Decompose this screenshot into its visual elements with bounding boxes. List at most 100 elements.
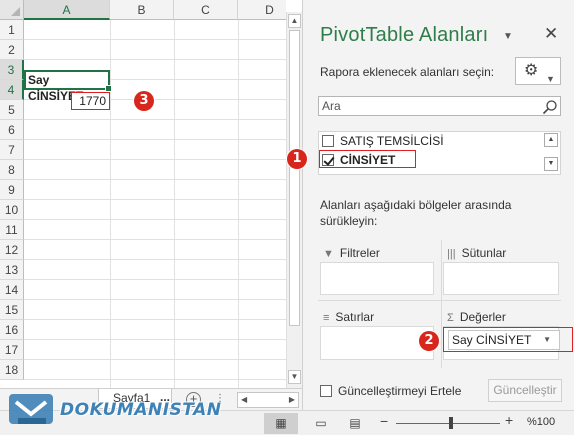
row-header-8[interactable]: 8 xyxy=(0,160,24,180)
row-header-15[interactable]: 15 xyxy=(0,300,24,320)
grid-row-line xyxy=(24,119,286,120)
field-search-input[interactable]: Ara xyxy=(318,96,561,116)
gear-icon: ⚙ xyxy=(524,62,539,79)
normal-view-icon[interactable]: ▦ xyxy=(264,413,298,434)
pivot-header-cell[interactable]: Say CİNSİYET xyxy=(24,70,112,103)
columns-area-header: ||| Sütunlar xyxy=(447,246,507,260)
column-header-c[interactable]: C xyxy=(174,0,238,20)
values-highlight-box xyxy=(443,327,573,352)
zoom-out-icon[interactable]: − xyxy=(380,413,388,429)
zoom-slider-thumb[interactable] xyxy=(449,417,453,429)
scroll-up-arrow-icon[interactable]: ▲ xyxy=(544,133,558,147)
row-header-9[interactable]: 9 xyxy=(0,180,24,200)
filters-area-header: ▼ Filtreler xyxy=(323,246,380,260)
defer-update-option[interactable]: Güncelleştirmeyi Ertele xyxy=(320,384,461,398)
column-header-d[interactable]: D xyxy=(238,0,286,20)
grid-divider xyxy=(174,20,175,388)
grid-row-line xyxy=(24,219,286,220)
grid-row-line xyxy=(24,159,286,160)
step-badge-3: 3 xyxy=(134,91,154,111)
scroll-down-arrow-icon[interactable]: ▼ xyxy=(288,370,301,384)
field-item-satis-temsilcisi[interactable]: SATIŞ TEMSİLCİSİ xyxy=(322,132,444,150)
field-item-cinsiyet[interactable]: CİNSİYET xyxy=(319,150,417,168)
pane-title: PivotTable Alanları xyxy=(320,24,489,46)
field-label: CİNSİYET xyxy=(340,153,396,167)
row-header-5[interactable]: 5 xyxy=(0,100,24,120)
tools-button[interactable]: ⚙ ▼ xyxy=(515,57,561,85)
column-header-b[interactable]: B xyxy=(110,0,174,20)
scroll-left-arrow-icon[interactable]: ◀ xyxy=(241,393,247,407)
row-header-1[interactable]: 1 xyxy=(0,20,24,40)
field-checkbox[interactable] xyxy=(322,135,334,147)
grid-row-line xyxy=(24,199,286,200)
values-area-header: Σ Değerler xyxy=(447,310,506,324)
pivottable-fields-pane: PivotTable Alanları ▼ ✕ Rapora eklenecek… xyxy=(287,0,574,410)
step-badge-1: 1 xyxy=(287,149,307,169)
page-layout-view-icon[interactable]: ▭ xyxy=(304,413,338,434)
watermark-text: DOKUMANISTAN xyxy=(60,400,222,420)
zoom-level[interactable]: %100 xyxy=(527,416,555,428)
scroll-down-arrow-icon[interactable]: ▼ xyxy=(544,157,558,171)
grid-row-line xyxy=(24,279,286,280)
update-button[interactable]: Güncelleştir xyxy=(488,379,562,402)
vertical-scrollbar[interactable]: ▲ ▼ xyxy=(286,12,302,388)
row-header-10[interactable]: 10 xyxy=(0,200,24,220)
row-header-11[interactable]: 11 xyxy=(0,220,24,240)
row-header-4[interactable]: 4 xyxy=(0,80,24,100)
pane-subtitle: Rapora eklenecek alanları seçin: xyxy=(320,65,495,79)
page-break-view-icon[interactable]: ▤ xyxy=(338,413,372,434)
rows-icon: ≡ xyxy=(323,312,330,324)
row-header-12[interactable]: 12 xyxy=(0,240,24,260)
field-label: SATIŞ TEMSİLCİSİ xyxy=(340,134,444,148)
scroll-right-arrow-icon[interactable]: ▶ xyxy=(289,393,295,407)
grid-row-line xyxy=(24,239,286,240)
pivot-value-cell[interactable]: 1770 xyxy=(71,92,110,110)
rows-area-header: ≡ Satırlar xyxy=(323,310,375,324)
step-badge-2: 2 xyxy=(419,331,439,351)
worksheet-grid[interactable]: A B C D 1 2 3 4 5 6 7 8 9 10 11 12 13 14 15 16 17 18 Say … xyxy=(0,0,286,388)
row-header-14[interactable]: 14 xyxy=(0,280,24,300)
select-all-corner[interactable] xyxy=(0,0,24,20)
row-header-3[interactable]: 3 xyxy=(0,60,24,80)
row-header-7[interactable]: 7 xyxy=(0,140,24,160)
area-divider xyxy=(441,240,442,368)
defer-update-checkbox[interactable] xyxy=(320,385,332,397)
columns-drop-zone[interactable] xyxy=(443,262,559,295)
search-icon xyxy=(542,100,557,115)
row-header-2[interactable]: 2 xyxy=(0,40,24,60)
filter-icon: ▼ xyxy=(323,248,334,260)
row-header-13[interactable]: 13 xyxy=(0,260,24,280)
chevron-down-icon: ▼ xyxy=(546,74,555,84)
grid-row-line xyxy=(24,39,286,40)
field-list[interactable]: SATIŞ TEMSİLCİSİ CİNSİYET xyxy=(318,131,561,175)
zoom-in-icon[interactable]: + xyxy=(505,412,513,428)
scroll-thumb[interactable] xyxy=(289,30,300,326)
sigma-icon: Σ xyxy=(447,312,454,324)
column-header-a[interactable]: A xyxy=(24,0,110,20)
row-header-18[interactable]: 18 xyxy=(0,360,24,380)
filters-drop-zone[interactable] xyxy=(320,262,434,295)
drag-instructions: Alanları aşağıdaki bölgeler arasında sür… xyxy=(320,198,512,228)
rows-drop-zone[interactable] xyxy=(320,326,434,360)
defer-update-label: Güncelleştirmeyi Ertele xyxy=(338,384,462,398)
scroll-up-arrow-icon[interactable]: ▲ xyxy=(288,14,301,28)
close-icon[interactable]: ✕ xyxy=(544,25,558,42)
columns-icon: ||| xyxy=(447,248,456,260)
row-header-16[interactable]: 16 xyxy=(0,320,24,340)
row-header-17[interactable]: 17 xyxy=(0,340,24,360)
field-list-scrollbar[interactable]: ▲ ▼ xyxy=(544,133,558,173)
grid-divider xyxy=(238,20,239,388)
field-checkbox-checked[interactable] xyxy=(322,154,334,166)
grid-row-line xyxy=(24,339,286,340)
grid-row-line xyxy=(24,319,286,320)
grid-row-line xyxy=(24,379,286,380)
grid-row-line xyxy=(24,179,286,180)
pane-options-dropdown-icon[interactable]: ▼ xyxy=(503,31,513,42)
grid-row-line xyxy=(24,59,286,60)
zoom-slider[interactable] xyxy=(396,423,500,424)
grid-row-line xyxy=(24,299,286,300)
horizontal-scrollbar[interactable]: ◀ ▶ xyxy=(237,392,299,408)
row-header-6[interactable]: 6 xyxy=(0,120,24,140)
grid-row-line xyxy=(24,359,286,360)
grid-row-line xyxy=(24,259,286,260)
